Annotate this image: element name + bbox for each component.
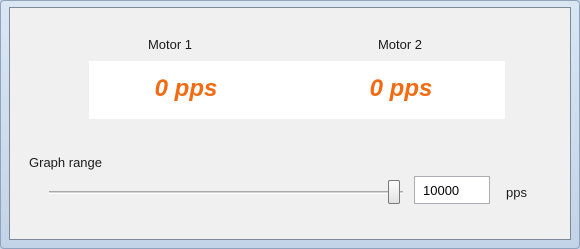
window-frame: Motor 1 Motor 2 0 pps 0 pps Graph range … [0,0,580,249]
motor1-label: Motor 1 [147,37,193,52]
speed-display: 0 pps 0 pps [89,61,505,119]
graph-range-label: Graph range [29,155,102,170]
motor2-speed-value: 0 pps [369,75,433,102]
graph-range-slider-thumb[interactable] [388,180,400,204]
graph-range-unit: pps [506,185,527,200]
motor1-speed-value: 0 pps [154,75,218,102]
motor2-label: Motor 2 [377,37,423,52]
motor-panel: Motor 1 Motor 2 0 pps 0 pps Graph range … [9,7,571,240]
graph-range-slider-track[interactable] [49,191,403,194]
graph-range-input[interactable] [414,176,490,204]
